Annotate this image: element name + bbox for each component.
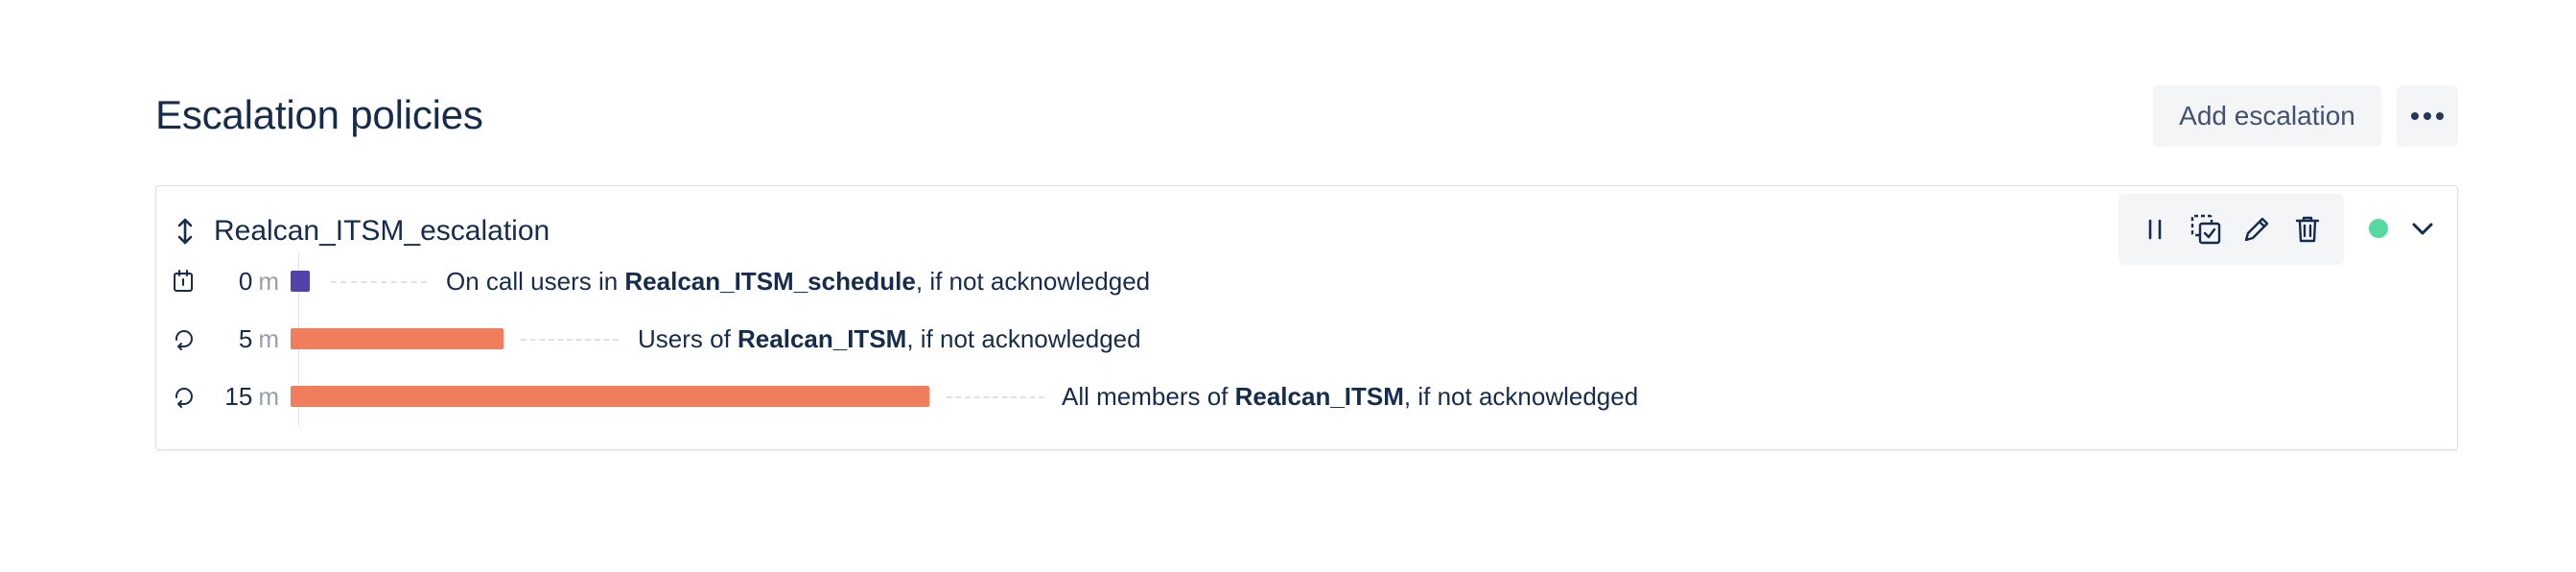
step-duration-bar [291,328,503,349]
step-description: On call users in Realcan_ITSM_schedule, … [446,267,1151,296]
team-icon [175,388,193,408]
team-icon [175,330,193,350]
delete-button[interactable] [2286,208,2329,250]
step-connector [521,339,619,341]
escalation-step: 15 m All members of Realcan_ITSM, if not … [156,378,2362,417]
policy-name: Realcan_ITSM_escalation [214,215,550,247]
page-title: Escalation policies [155,92,483,137]
step-description: Users of Realcan_ITSM, if not acknowledg… [638,324,1141,353]
pencil-icon [2244,217,2269,242]
escalation-step: 0m On call users in Realcan_ITSM_schedul… [156,263,2362,301]
step-connector [947,396,1044,398]
step-connector [331,281,427,283]
schedule-icon [174,270,193,292]
add-escalation-button[interactable]: Add escalation [2153,85,2381,147]
step-delay: 15 m [224,382,279,411]
step-duration-bar [291,386,929,407]
step-description: All members of Realcan_ITSM, if not ackn… [1062,382,1639,411]
chevron-down-icon[interactable] [2407,213,2438,244]
pause-button[interactable] [2134,208,2176,250]
policy-actions-toolbar [2119,194,2344,265]
more-dot-icon [2436,112,2444,120]
edit-button[interactable] [2236,208,2278,250]
more-options-button[interactable] [2397,85,2458,147]
escalation-step: 5m Users of Realcan_ITSM, if not acknowl… [156,321,2362,359]
escalation-policy-card: Realcan_ITSM_escalation 0 m On call user… [155,185,2458,450]
status-indicator [2369,219,2388,238]
trash-icon [2295,216,2319,243]
step-delay: 0m [238,267,279,296]
copy-icon [2190,214,2221,245]
more-dot-icon [2424,112,2431,120]
expand-vertical-icon [177,218,193,245]
copy-button[interactable] [2185,208,2227,250]
step-delay: 5m [238,324,279,353]
more-dot-icon [2411,112,2419,120]
step-duration-bar [291,271,310,292]
escalation-policies-section: Escalation policies Add escalation Realc… [155,0,2458,572]
pause-icon [2149,219,2162,240]
